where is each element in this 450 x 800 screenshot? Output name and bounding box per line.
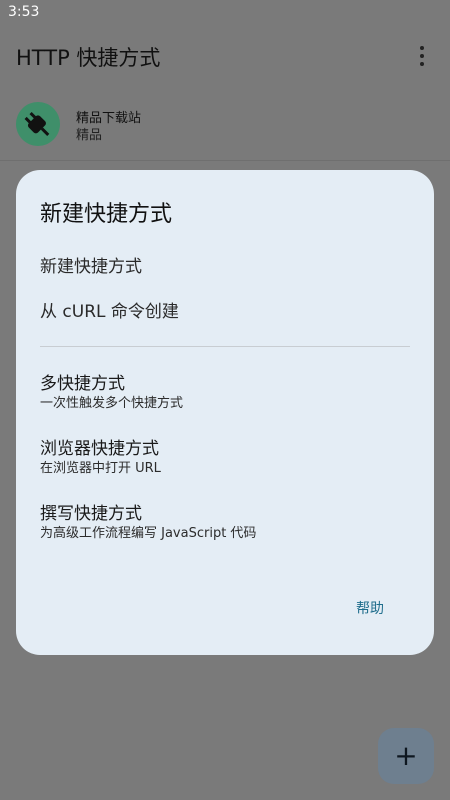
option-title: 浏览器快捷方式 <box>40 439 159 459</box>
option-scripting-shortcut[interactable]: 撰写快捷方式 为高级工作流程编写 JavaScript 代码 <box>40 503 410 543</box>
plug-icon <box>16 102 60 146</box>
app-title: HTTP 快捷方式 <box>16 46 161 70</box>
dialog-title: 新建快捷方式 <box>40 202 173 227</box>
option-from-curl[interactable]: 从 cURL 命令创建 <box>40 297 179 322</box>
new-shortcut-dialog: 新建快捷方式 新建快捷方式 从 cURL 命令创建 多快捷方式 一次性触发多个快… <box>16 170 434 655</box>
item-subtitle: 精品 <box>76 128 103 143</box>
option-new-shortcut[interactable]: 新建快捷方式 <box>40 252 142 277</box>
option-title: 多快捷方式 <box>40 374 125 394</box>
status-time: 3:53 <box>8 4 40 20</box>
status-bar: 3:53 <box>0 0 450 26</box>
list-item[interactable]: 精品下载站 精品 <box>0 92 450 161</box>
option-multi-shortcut[interactable]: 多快捷方式 一次性触发多个快捷方式 <box>40 373 410 413</box>
help-button[interactable]: 帮助 <box>356 598 384 618</box>
option-title: 撰写快捷方式 <box>40 504 142 524</box>
add-shortcut-button[interactable]: + <box>378 728 434 784</box>
more-vert-icon[interactable] <box>410 44 434 68</box>
option-subtitle: 在浏览器中打开 URL <box>40 461 161 476</box>
add-icon: + <box>394 739 418 772</box>
app-bar: HTTP 快捷方式 <box>0 26 450 86</box>
option-browser-shortcut[interactable]: 浏览器快捷方式 在浏览器中打开 URL <box>40 438 410 478</box>
option-subtitle: 一次性触发多个快捷方式 <box>40 396 184 411</box>
divider <box>40 346 410 347</box>
option-subtitle: 为高级工作流程编写 JavaScript 代码 <box>40 526 257 541</box>
